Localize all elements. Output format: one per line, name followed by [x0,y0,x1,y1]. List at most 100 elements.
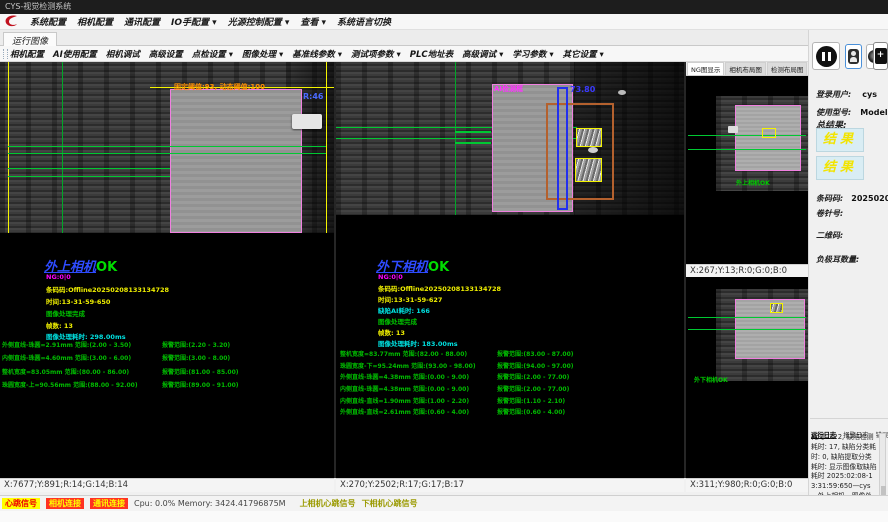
middle-alarm-row: 报警范围:(2.00 - 77.00) [497,372,569,381]
middle-green-seg-1 [455,131,491,133]
left-alarm-row: 报警范围:(3.00 - 8.00) [162,353,230,362]
tool-spot-check[interactable]: 点检设置 ▾ [192,48,233,60]
middle-green-seg-2 [455,142,491,144]
middle-status: 图像处理完成 [378,316,417,326]
left-alarm-row: 报警范围:(81.00 - 85.00) [162,367,239,376]
menu-view[interactable]: 查看 ▾ [300,15,326,28]
middle-result-ok: OK [428,260,449,275]
left-camera-image[interactable]: 固定阈值:93, 动态阈值:100 R:46 [0,62,334,233]
left-green-line-1 [8,146,326,147]
thumb-bottom-image[interactable]: 外下相机OK [686,277,808,478]
result-box-top: 结果 [816,128,864,152]
middle-measure-row: 整机宽度=83.77mm 范围:(82.00 - 88.00) [340,349,467,358]
comm-connect-badge: 通讯连接 [90,498,128,509]
middle-time: 时间:13-31-59-627 [378,294,442,304]
left-result-ok: OK [96,260,117,275]
thumb-top-connector [728,126,738,133]
tool-test-params[interactable]: 测试项参数 ▾ [351,48,401,60]
left-coords-bar: X:7677;Y:891;R:14;G:14;B:14 [0,478,334,492]
middle-ai-elapsed: 缺陷AI耗时: 166 [378,305,430,315]
tool-camera-debug[interactable]: 相机调试 [106,48,140,60]
camera-connect-badge: 相机连接 [46,498,84,509]
pause-button[interactable] [812,42,840,70]
tool-other-settings[interactable]: 其它设置 ▾ [563,48,604,60]
left-green-line-2 [8,153,326,154]
middle-elapsed: 图像处理耗时: 183.00ms [378,338,458,348]
middle-yellow-roi-1 [576,128,602,147]
thumb-tab-camera-layout[interactable]: 相机布局图 [725,62,766,75]
middle-blue-roi [557,87,568,210]
left-barcode: 条码码:Offline20250208133134728 [46,284,169,294]
middle-measure-row: 珠圆宽度-下=95.24mm 范围:(93.00 - 98.00) [340,361,476,370]
pause-icon [816,46,837,67]
heartbeat-badge: 心跳信号 [2,498,40,509]
left-alarm-row: 报警范围:(89.00 - 91.00) [162,380,239,389]
left-measure-row: 外侧直线-珠圆=2.91mm 范围:(2.00 - 3.50) [2,340,131,349]
middle-alarm-row: 报警范围:(1.10 - 2.10) [497,396,565,405]
toolbar-grip[interactable] [3,49,8,59]
left-green-line-4 [8,176,170,177]
thumb-top-image[interactable]: 外上相机OK [686,76,808,264]
middle-blue-value: 73.80 [570,85,595,94]
middle-measure-row: 外侧直线-直线=2.61mm 范围:(0.60 - 4.00) [340,407,469,416]
model-value: Model1 [860,108,888,117]
left-ng-label: NG:0|0 [46,273,71,281]
tool-ai-usage[interactable]: AI使用配置 [53,48,97,60]
left-measure-row: 内侧直线-珠圆=4.60mm 范围:(3.00 - 6.00) [2,353,131,362]
left-r-overlay: R:46 [303,92,324,101]
window-titlebar: CYS-视觉检测系统 [0,0,888,14]
left-measure-row: 珠圆宽度-上=90.56mm 范围:(88.00 - 92.00) [2,380,138,389]
middle-frame: 帧数: 13 [378,327,405,337]
menu-io-config[interactable]: IO手配置 ▾ [171,15,217,28]
middle-ng-label: NG:0|0 [378,273,403,281]
middle-barcode: 条码码:Offline20250208133134728 [378,283,501,293]
thumb-top-yellow-roi [762,128,776,138]
menu-language-switch[interactable]: 系统语言切换 [337,15,391,28]
left-frame: 帧数: 13 [46,320,73,330]
thumb-tab-ng-view[interactable]: NG图显示 [687,62,724,75]
middle-alarm-row: 报警范围:(0.60 - 4.00) [497,407,565,416]
tool-advanced-settings[interactable]: 高级设置 [149,48,183,60]
middle-alarm-row: 报警范围:(83.00 - 87.00) [497,349,574,358]
thumb-bottom-yellow-roi [770,303,783,313]
result-box-bottom: 结果 [816,156,864,180]
user-button[interactable] [845,44,862,69]
middle-camera-image[interactable]: AI检测框 73.80 [336,62,684,215]
left-time: 时间:13-31-59-650 [46,296,110,306]
tool-advanced-debug[interactable]: 高级调试 ▾ [462,48,503,60]
tool-image-process[interactable]: 图像处理 ▾ [242,48,283,60]
exit-button[interactable]: + [873,42,888,70]
tool-learning-params[interactable]: 学习参数 ▾ [512,48,553,60]
exit-door-icon: + [875,48,887,64]
middle-alarm-row: 报警范围:(2.00 - 77.00) [497,384,569,393]
thumb-top-part [735,105,801,171]
left-connector-part [292,114,322,129]
tool-camera-config[interactable]: 相机配置 [10,48,44,60]
thumb-top-green-line-2 [688,149,806,150]
model-label: 使用型号: [816,108,851,117]
menu-camera-config[interactable]: 相机配置 [77,15,113,28]
thumb-top-coords-bar: X:267;Y:13;R:0;G:0;B:0 [686,264,808,277]
user-row: 登录用户: cys [816,82,877,101]
lower-camera-heartbeat: 下相机心跳信号 [362,498,418,509]
menu-light-config[interactable]: 光源控制配置 ▾ [228,15,290,28]
tool-baseline-params[interactable]: 基准线参数 ▾ [292,48,342,60]
thumb-bottom-overlay-text: 外下相机OK [694,375,728,384]
middle-bright-spot2 [618,90,626,95]
left-green-vline [62,62,63,233]
menu-comm-config[interactable]: 通讯配置 [124,15,160,28]
thumb-tab-detect-layout[interactable]: 检测布局图 [767,62,808,75]
left-alarm-row: 报警范围:(2.20 - 3.20) [162,340,230,349]
qr-label: 二维码: [816,230,843,241]
middle-coords-bar: X:270;Y:2502;R:17;G:17;B:17 [336,478,684,492]
thumb-tabs: NG图显示 相机布局图 检测布局图 [686,62,808,76]
left-measure-row: 整机宽度=83.05mm 范围:(80.00 - 86.00) [2,367,129,376]
user-icon [848,49,859,64]
menu-system-config[interactable]: 系统配置 [30,15,66,28]
tab-count-label: 负极耳数量: [816,254,859,265]
middle-measure-row: 外侧直线-珠圆=4.38mm 范围:(0.00 - 9.00) [340,372,469,381]
middle-alarm-row: 报警范围:(94.00 - 97.00) [497,361,574,370]
tool-plc-table[interactable]: PLC地址表 [410,48,453,60]
thumb-bottom-green-line-2 [688,329,806,330]
middle-yellow-roi-2 [575,158,602,182]
